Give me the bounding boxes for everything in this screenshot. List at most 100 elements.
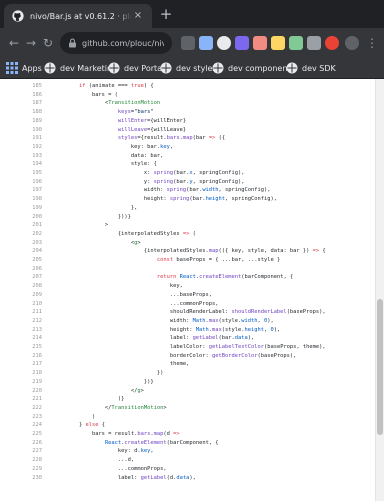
- code-token: ) {: [143, 83, 154, 89]
- code-token: }): [53, 370, 164, 377]
- code-token: ={willLeave}: [147, 126, 187, 133]
- extension-circle-icon[interactable]: [217, 36, 231, 50]
- code-token: (d: [163, 431, 174, 437]
- code-token: <: [53, 239, 135, 246]
- extension-google-icon[interactable]: [325, 36, 339, 50]
- code-token: (bar.: [173, 178, 190, 185]
- code-token: Math: [192, 317, 206, 324]
- code-token: (bar.: [186, 187, 203, 194]
- code-token: key: bar.: [53, 143, 161, 150]
- profile-avatar[interactable]: [345, 36, 359, 50]
- scrollbar-thumb[interactable]: [377, 299, 383, 435]
- tab-close-icon[interactable]: ×: [132, 10, 144, 22]
- menu-kebab-icon[interactable]: ⋮: [364, 35, 380, 51]
- code-text: label: getLabel(d.data),: [53, 474, 196, 484]
- tab-strip: nivo/Bar.js at v0.61.2 · plouc/nivo × +: [0, 0, 384, 28]
- code-token: "bars": [134, 109, 154, 116]
- code-token: width: [202, 187, 219, 194]
- bookmark-label: Apps: [22, 63, 42, 73]
- code-token: label:: [53, 335, 193, 342]
- url-text: github.com/plouc/nivo/blob/v0.61.2/packa…: [82, 38, 164, 48]
- code-token: bars: [166, 135, 180, 142]
- code-token: {interpolatedStyles: [53, 230, 183, 237]
- bookmark-globe-icon: [108, 62, 120, 74]
- code-token: >: [140, 387, 144, 394]
- code-token: ),: [247, 335, 255, 342]
- code-token: map: [182, 135, 193, 142]
- extension-green-icon[interactable]: [289, 36, 303, 50]
- code-token: >: [163, 404, 167, 411]
- code-token: ),: [273, 326, 281, 333]
- code-token: const: [156, 257, 174, 263]
- extension-yellow-icon[interactable]: [271, 36, 285, 50]
- code-token: true: [130, 83, 144, 89]
- extension-puzzle-icon[interactable]: [181, 36, 195, 50]
- code-token: ...commonProps,: [53, 300, 219, 307]
- code-token: max: [208, 317, 219, 324]
- bookmark-dev-marketing[interactable]: dev Marketing: [44, 61, 117, 75]
- line-number[interactable]: 230: [0, 474, 42, 484]
- extension-red-icon[interactable]: [253, 36, 267, 50]
- reload-button[interactable]: ↻: [40, 35, 56, 51]
- code-token: else: [85, 422, 99, 429]
- code-token: ={result.: [137, 135, 167, 142]
- bookmark-globe-icon: [160, 62, 172, 74]
- code-token: (baseProps),: [286, 309, 326, 316]
- code-token: width:: [53, 317, 193, 324]
- code-token: ),: [189, 474, 196, 481]
- code-token: (d.: [166, 474, 177, 481]
- bookmark-label: dev styles: [176, 63, 217, 73]
- code-token: height: [205, 196, 226, 203]
- new-tab-button[interactable]: +: [158, 6, 174, 22]
- code-token: spring: [153, 170, 174, 176]
- bookmark-dev-sdk[interactable]: dev SDK: [286, 61, 336, 75]
- code-token: data: bar,: [53, 152, 164, 159]
- code-token: theme,: [53, 361, 190, 368]
- code-token: shouldRenderLabel:: [53, 309, 232, 316]
- bookmark-apps[interactable]: Apps: [6, 61, 42, 75]
- code-token: Math: [195, 326, 209, 333]
- extension-gray-icon[interactable]: [307, 36, 321, 50]
- extension-purple-icon[interactable]: [235, 36, 249, 50]
- code-token: </: [53, 387, 138, 394]
- bookmark-dev-components[interactable]: dev components: [212, 61, 295, 75]
- code-token: spring: [166, 187, 187, 194]
- code-token: },: [53, 204, 138, 211]
- code-token: (bar.: [173, 170, 190, 176]
- bookmark-dev-styles[interactable]: dev styles: [160, 61, 217, 75]
- code-token: {: [98, 422, 105, 429]
- forward-button[interactable]: →: [23, 35, 39, 51]
- browser-tab[interactable]: nivo/Bar.js at v0.61.2 · plouc/nivo ×: [4, 4, 152, 28]
- code-token: (baseProps),: [257, 352, 297, 359]
- code-token: bars: [137, 431, 151, 437]
- code-token: labelColor:: [53, 344, 209, 350]
- code-token: x:: [53, 170, 154, 176]
- code-token: data: [234, 335, 248, 342]
- code-token: y:: [53, 178, 154, 185]
- code-token: map: [208, 248, 219, 255]
- code-token: (bar.: [218, 335, 235, 342]
- page-scrollbar[interactable]: [375, 79, 384, 501]
- code-token: max: [212, 326, 222, 333]
- browser-toolbar: ← → ↻ github.com/plouc/nivo/blob/v0.61.2…: [0, 28, 384, 58]
- bookmark-dev-portal[interactable]: dev Portal: [108, 61, 164, 75]
- code-token: styles: [117, 135, 138, 142]
- code-token: ...d,: [53, 457, 135, 464]
- back-button[interactable]: ←: [6, 35, 22, 51]
- extension-translate-icon[interactable]: [199, 36, 213, 50]
- address-bar[interactable]: github.com/plouc/nivo/blob/v0.61.2/packa…: [60, 32, 172, 54]
- code-token: {interpolatedStyles.: [53, 248, 209, 255]
- code-token: ,: [150, 448, 154, 455]
- code-token: >: [53, 222, 109, 229]
- code-token: ): [53, 413, 96, 420]
- code-token: getLabelTextColor: [208, 344, 264, 350]
- code-token: baseProps = { ...bar, ...style }: [173, 257, 281, 263]
- code-token: createElement: [124, 439, 167, 446]
- code-token: (baseProps, theme),: [263, 344, 326, 350]
- code-token: height:: [53, 196, 170, 203]
